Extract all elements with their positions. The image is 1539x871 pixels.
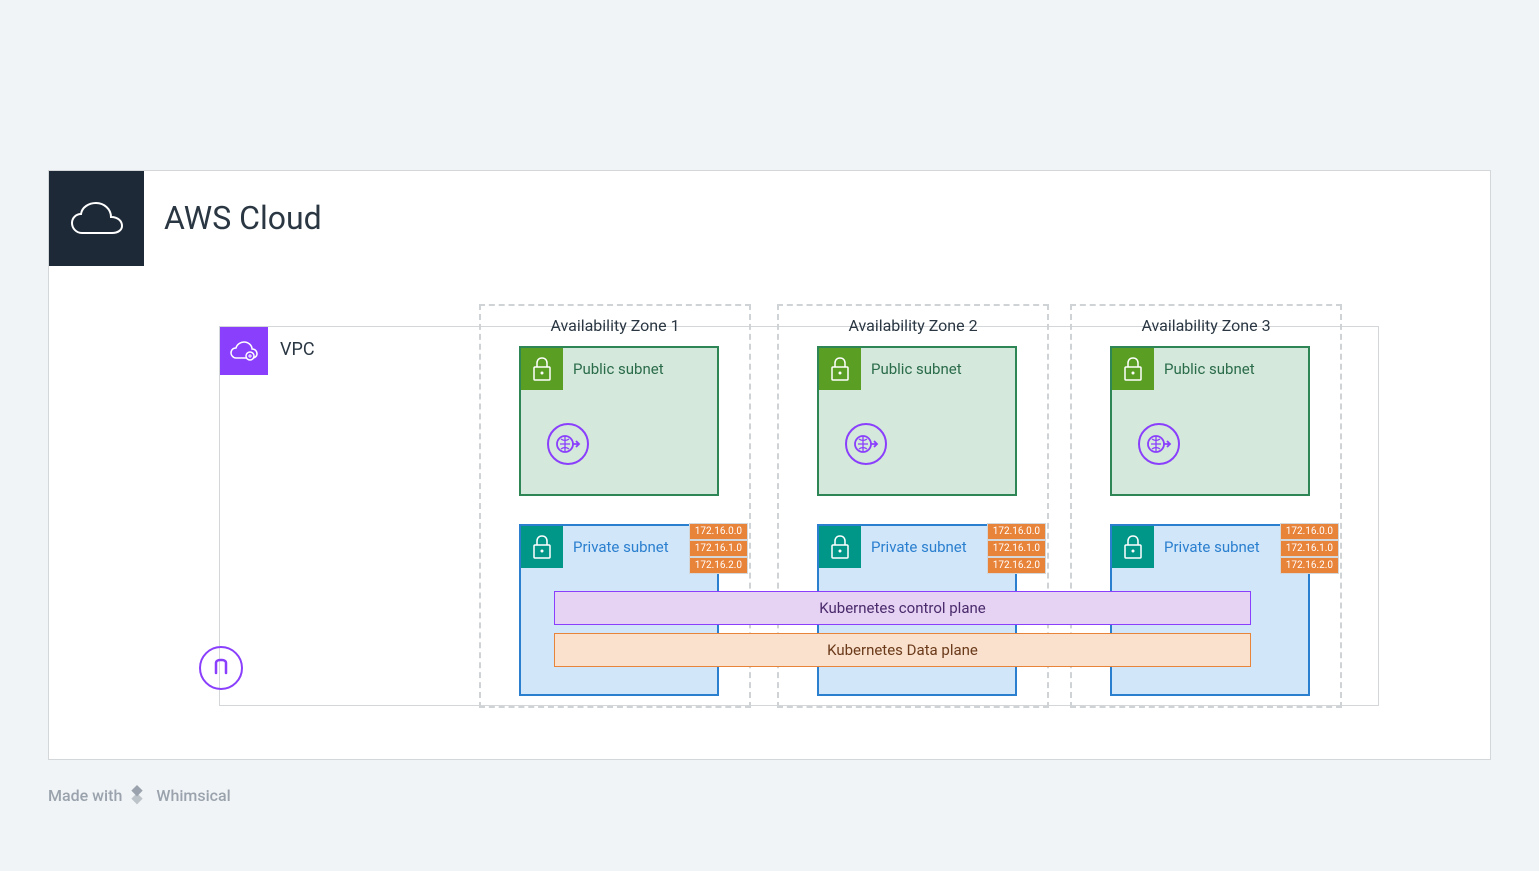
public-subnet-3: Public subnet	[1110, 346, 1310, 496]
kubernetes-control-plane: Kubernetes control plane	[554, 591, 1251, 625]
cidr-badge: 172.16.0.0	[987, 523, 1046, 540]
private-subnet-1-label: Private subnet	[573, 538, 669, 556]
cidr-badges-2: 172.16.0.0 172.16.1.0 172.16.2.0	[987, 523, 1046, 574]
cidr-badges-3: 172.16.0.0 172.16.1.0 172.16.2.0	[1280, 523, 1339, 574]
brand-text: Whimsical	[156, 786, 230, 805]
cloud-icon	[68, 200, 126, 238]
lock-icon	[829, 356, 851, 382]
lock-icon	[531, 356, 553, 382]
lock-icon	[1122, 356, 1144, 382]
lock-icon-box	[1112, 526, 1154, 568]
private-subnet-3-label: Private subnet	[1164, 538, 1260, 556]
az-3-label: Availability Zone 3	[1141, 316, 1270, 335]
aws-cloud-container: AWS Cloud VPC Availability Zone 1	[48, 170, 1491, 760]
public-subnet-2: Public subnet	[817, 346, 1017, 496]
lock-icon	[1122, 534, 1144, 560]
kubernetes-data-plane: Kubernetes Data plane	[554, 633, 1251, 667]
cidr-badge: 172.16.1.0	[1280, 540, 1339, 557]
cidr-badge: 172.16.0.0	[689, 523, 748, 540]
made-with-text: Made with	[48, 786, 122, 805]
public-subnet-3-label: Public subnet	[1164, 360, 1255, 378]
internet-gateway-icon	[1138, 423, 1180, 465]
cidr-badge: 172.16.2.0	[689, 557, 748, 574]
internet-gateway-icon	[845, 423, 887, 465]
lock-icon	[531, 534, 553, 560]
lock-icon-box	[521, 526, 563, 568]
lock-icon-box	[521, 348, 563, 390]
az-2-label: Availability Zone 2	[848, 316, 977, 335]
aws-cloud-icon-box	[49, 171, 144, 266]
vpc-label: VPC	[280, 339, 315, 360]
aws-cloud-title: AWS Cloud	[164, 199, 322, 237]
cidr-badge: 172.16.0.0	[1280, 523, 1339, 540]
cidr-badge: 172.16.1.0	[689, 540, 748, 557]
cidr-badge: 172.16.1.0	[987, 540, 1046, 557]
internet-gateway-icon	[547, 423, 589, 465]
public-subnet-1-label: Public subnet	[573, 360, 664, 378]
cidr-badges-1: 172.16.0.0 172.16.1.0 172.16.2.0	[689, 523, 748, 574]
lock-icon	[829, 534, 851, 560]
lock-icon-box	[819, 348, 861, 390]
whimsical-logo-icon	[126, 783, 150, 807]
lock-icon-box	[1112, 348, 1154, 390]
nat-gateway-icon	[199, 646, 243, 690]
private-subnet-2-label: Private subnet	[871, 538, 967, 556]
cidr-badge: 172.16.2.0	[987, 557, 1046, 574]
lock-icon-box	[819, 526, 861, 568]
cidr-badge: 172.16.2.0	[1280, 557, 1339, 574]
public-subnet-1: Public subnet	[519, 346, 719, 496]
vpc-cloud-icon	[228, 340, 260, 362]
vpc-icon-box	[220, 327, 268, 375]
public-subnet-2-label: Public subnet	[871, 360, 962, 378]
footer-attribution: Made with Whimsical	[48, 783, 231, 807]
az-1-label: Availability Zone 1	[550, 316, 679, 335]
